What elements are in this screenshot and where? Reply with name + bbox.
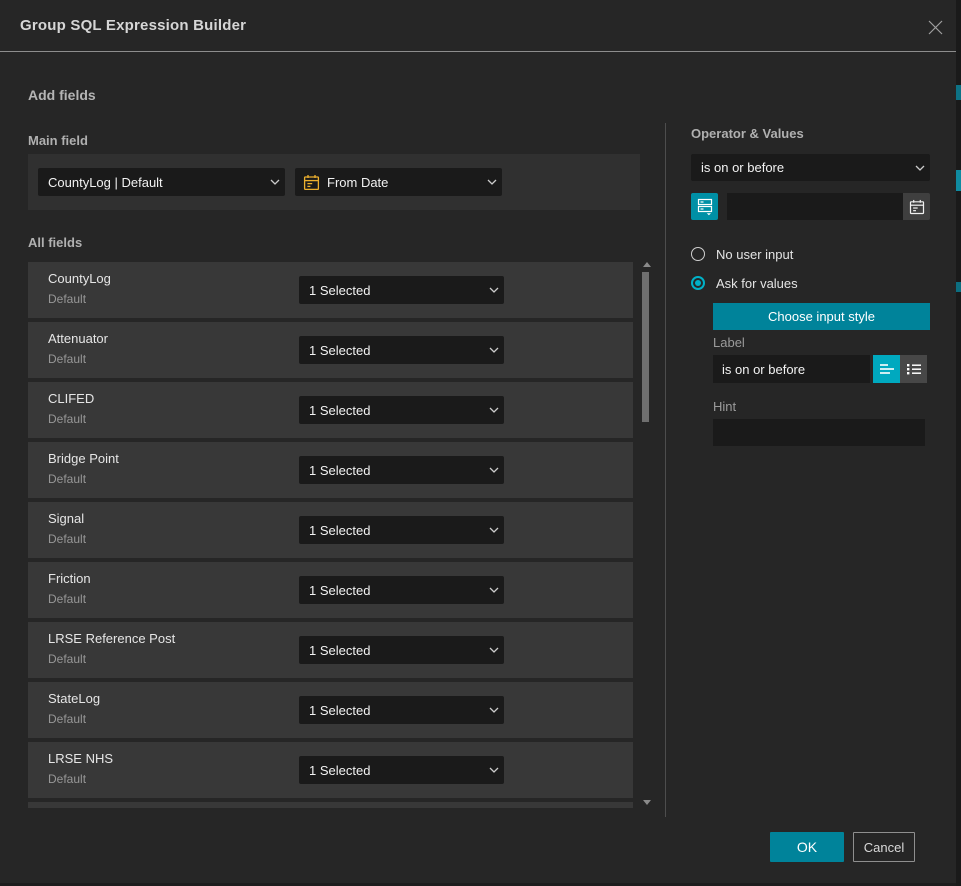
background-fragment (956, 170, 961, 191)
main-field-panel: CountyLog | Default From Date (28, 154, 640, 210)
background-fragment (956, 85, 961, 100)
chevron-down-icon (484, 407, 504, 413)
chevron-down-icon (910, 165, 930, 171)
field-row-signal: Signal Default 1 Selected (28, 502, 633, 558)
field-sublabel: Default (48, 712, 86, 726)
field-selected-dropdown[interactable]: 1 Selected (299, 456, 504, 484)
radio-unselected-icon (691, 247, 705, 261)
field-row-partial (28, 802, 633, 808)
field-name: LRSE NHS (48, 751, 113, 766)
field-selected-dropdown[interactable]: 1 Selected (299, 336, 504, 364)
label-input[interactable] (713, 355, 870, 383)
radio-no-user-input[interactable]: No user input (691, 246, 793, 262)
field-name: Attenuator (48, 331, 108, 346)
date-picker-button[interactable] (903, 193, 930, 220)
chevron-down-icon (265, 179, 285, 185)
main-dataset-dropdown[interactable]: CountyLog | Default (38, 168, 285, 196)
field-row-lrse-reference-post: LRSE Reference Post Default 1 Selected (28, 622, 633, 678)
field-sublabel: Default (48, 292, 86, 306)
main-field-dropdown[interactable]: From Date (295, 168, 502, 196)
label-style-text-button[interactable] (873, 355, 900, 383)
fields-list-scrollbar-thumb[interactable] (642, 272, 649, 422)
calendar-icon (909, 199, 925, 215)
chevron-down-icon (484, 347, 504, 353)
chevron-down-icon (484, 527, 504, 533)
scrollbar-down-arrow[interactable] (643, 800, 651, 805)
align-left-icon (879, 362, 895, 376)
field-row-clifed: CLIFED Default 1 Selected (28, 382, 633, 438)
field-name: Bridge Point (48, 451, 119, 466)
background-page-strip (956, 0, 961, 886)
main-dataset-dropdown-value: CountyLog | Default (38, 175, 265, 190)
all-fields-heading: All fields (28, 235, 82, 250)
hint-field-label: Hint (713, 399, 736, 414)
field-name: CountyLog (48, 271, 111, 286)
chevron-down-icon (484, 707, 504, 713)
field-name: Friction (48, 571, 91, 586)
field-row-statelog: StateLog Default 1 Selected (28, 682, 633, 738)
chevron-down-icon (482, 179, 502, 185)
radio-selected-icon (691, 276, 705, 290)
operator-dropdown-value: is on or before (691, 160, 910, 175)
main-field-dropdown-value: From Date (327, 175, 482, 190)
bulleted-list-icon (906, 362, 922, 376)
operator-dropdown[interactable]: is on or before (691, 154, 930, 181)
date-field-calendar-icon (295, 174, 327, 191)
chevron-down-icon (484, 467, 504, 473)
chevron-down-icon (484, 587, 504, 593)
field-row-lrse-nhs: LRSE NHS Default 1 Selected (28, 742, 633, 798)
field-selected-dropdown[interactable]: 1 Selected (299, 576, 504, 604)
field-selected-dropdown[interactable]: 1 Selected (299, 696, 504, 724)
field-sublabel: Default (48, 592, 86, 606)
value-type-button[interactable] (691, 193, 718, 220)
all-fields-list: CountyLog Default 1 Selected Attenuator … (28, 262, 640, 808)
field-name: Signal (48, 511, 84, 526)
main-field-heading: Main field (28, 133, 88, 148)
dialog-title: Group SQL Expression Builder (20, 0, 246, 51)
field-row-attenuator: Attenuator Default 1 Selected (28, 322, 633, 378)
add-fields-heading: Add fields (28, 87, 96, 103)
hint-input[interactable] (713, 419, 925, 446)
scrollbar-up-arrow[interactable] (643, 262, 651, 267)
field-sublabel: Default (48, 772, 86, 786)
chevron-down-icon (484, 287, 504, 293)
field-selected-dropdown[interactable]: 1 Selected (299, 756, 504, 784)
background-fragment (956, 282, 961, 292)
field-sublabel: Default (48, 652, 86, 666)
date-value-input[interactable] (727, 193, 903, 220)
field-sublabel: Default (48, 532, 86, 546)
header-divider (0, 51, 956, 52)
radio-ask-for-values[interactable]: Ask for values (691, 275, 798, 291)
field-selected-dropdown[interactable]: 1 Selected (299, 276, 504, 304)
label-field-label: Label (713, 335, 745, 350)
unique-values-icon (696, 197, 714, 216)
field-sublabel: Default (48, 472, 86, 486)
ok-button[interactable]: OK (770, 832, 844, 862)
group-sql-expression-builder-dialog: Group SQL Expression Builder Add fields … (0, 0, 961, 886)
panel-divider (665, 123, 666, 817)
choose-input-style-button[interactable]: Choose input style (713, 303, 930, 330)
field-name: StateLog (48, 691, 100, 706)
field-name: LRSE Reference Post (48, 631, 175, 646)
chevron-down-icon (484, 647, 504, 653)
field-row-bridge-point: Bridge Point Default 1 Selected (28, 442, 633, 498)
field-name: CLIFED (48, 391, 94, 406)
cancel-button[interactable]: Cancel (853, 832, 915, 862)
field-selected-dropdown[interactable]: 1 Selected (299, 636, 504, 664)
field-selected-dropdown[interactable]: 1 Selected (299, 396, 504, 424)
close-button[interactable] (922, 14, 948, 40)
field-sublabel: Default (48, 412, 86, 426)
field-sublabel: Default (48, 352, 86, 366)
field-row-friction: Friction Default 1 Selected (28, 562, 633, 618)
close-icon (927, 19, 944, 36)
field-row-countylog: CountyLog Default 1 Selected (28, 262, 633, 318)
field-selected-dropdown[interactable]: 1 Selected (299, 516, 504, 544)
chevron-down-icon (484, 767, 504, 773)
operator-values-heading: Operator & Values (691, 126, 804, 141)
label-style-list-button[interactable] (900, 355, 927, 383)
